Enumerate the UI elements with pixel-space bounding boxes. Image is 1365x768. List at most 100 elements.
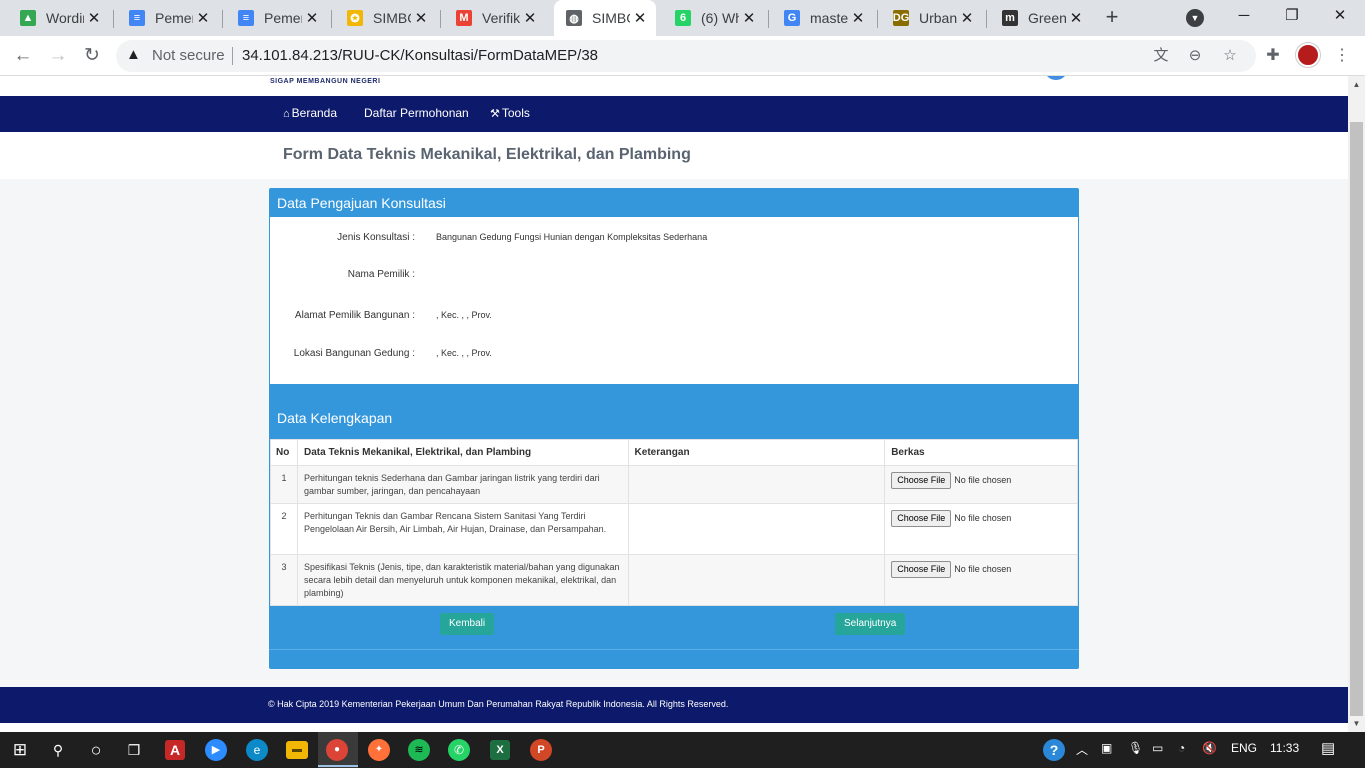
- chrome-icon[interactable]: ●: [326, 739, 348, 761]
- profile-avatar[interactable]: [1296, 43, 1320, 67]
- task-view-icon[interactable]: ❒: [122, 738, 146, 762]
- browser-tab[interactable]: ✪ SIMBG✕: [335, 4, 437, 32]
- edge-icon[interactable]: e: [246, 739, 268, 761]
- browser-tab[interactable]: ▲ Wordin✕: [8, 4, 110, 32]
- file-explorer-icon[interactable]: ▬: [286, 741, 308, 759]
- show-hidden-icons-icon[interactable]: ︿: [1076, 741, 1088, 758]
- scroll-thumb[interactable]: [1350, 122, 1363, 716]
- alamat-pemilik-label: Alamat Pemilik Bangunan :: [294, 310, 415, 321]
- cortana-icon[interactable]: ○: [84, 738, 108, 762]
- tab-close-icon[interactable]: ✕: [193, 9, 213, 27]
- acrobat-icon[interactable]: A: [165, 740, 185, 760]
- warning-icon[interactable]: ▲: [126, 46, 141, 63]
- scroll-down-arrow-icon[interactable]: ▼: [1348, 715, 1365, 732]
- spotify-icon[interactable]: ≋: [408, 739, 430, 761]
- language-indicator[interactable]: ENG: [1231, 741, 1257, 755]
- tab-close-icon[interactable]: ✕: [957, 9, 977, 27]
- selanjutnya-button[interactable]: Selanjutnya: [835, 613, 906, 635]
- column-header-berkas: Berkas: [884, 439, 1078, 466]
- browser-tab[interactable]: 6 (6) Wh ✕: [663, 4, 765, 32]
- tab-title: Wordin: [46, 10, 84, 26]
- tab-close-icon[interactable]: ✕: [84, 9, 104, 27]
- lokasi-bangunan-label: Lokasi Bangunan Gedung :: [293, 348, 415, 359]
- nav-item-beranda[interactable]: ⌂ Beranda: [283, 106, 337, 120]
- forward-button[interactable]: →: [46, 44, 70, 68]
- help-icon[interactable]: ?: [1043, 739, 1065, 761]
- tab-title: Urban: [919, 10, 957, 26]
- close-window-button[interactable]: ✕: [1320, 4, 1360, 28]
- jenis-konsultasi-label: Jenis Konsultasi :: [337, 232, 415, 243]
- windows-start-icon[interactable]: ⊞: [8, 738, 32, 762]
- file-upload-cell: Choose File No file chosen: [884, 465, 1078, 504]
- minimize-button[interactable]: ─: [1224, 4, 1264, 28]
- firefox-icon[interactable]: ✦: [368, 739, 390, 761]
- file-status: No file chosen: [954, 513, 1012, 523]
- volume-muted-icon[interactable]: 🔇: [1202, 741, 1217, 755]
- tab-title: SIMBG: [373, 10, 411, 26]
- translate-icon[interactable]: 文: [1150, 45, 1172, 67]
- row-description: Spesifikasi Teknis (Jenis, tipe, dan kar…: [296, 554, 629, 606]
- choose-file-button[interactable]: Choose File: [891, 510, 952, 527]
- url-text[interactable]: 34.101.84.213/RUU-CK/Konsultasi/FormData…: [242, 47, 598, 64]
- browser-tab[interactable]: M Verifik ✕: [444, 4, 546, 32]
- kelengkapan-heading: Data Kelengkapan: [277, 410, 393, 426]
- nav-label: Beranda: [291, 106, 338, 120]
- nav-item-daftar-permohonan[interactable]: Daftar Permohonan: [364, 106, 469, 120]
- tab-close-icon[interactable]: ✕: [1066, 9, 1086, 27]
- user-avatar-icon[interactable]: [1044, 76, 1068, 80]
- browser-tab-strip: ▲Wordin✕≡Pemeri✕≡Pemeri✕✪SIMBG✕MVerifik✕…: [0, 0, 1365, 36]
- choose-file-button[interactable]: Choose File: [891, 472, 952, 489]
- meet-now-icon[interactable]: ▣: [1101, 741, 1112, 755]
- tab-close-icon[interactable]: ✕: [848, 9, 868, 27]
- zoom-icon[interactable]: ⊖: [1184, 45, 1206, 67]
- browser-tab[interactable]: ≡ Pemeri✕: [117, 4, 219, 32]
- whatsapp-icon: 6: [675, 10, 691, 26]
- konsultasi-heading: Data Pengajuan Konsultasi: [277, 195, 446, 211]
- tab-close-icon[interactable]: ✕: [630, 9, 650, 27]
- battery-icon[interactable]: ▭: [1152, 741, 1163, 755]
- file-upload-cell: Choose File No file chosen: [884, 554, 1078, 606]
- tab-search-icon[interactable]: ▼: [1186, 9, 1204, 27]
- wifi-icon[interactable]: ◔: [1178, 741, 1185, 755]
- back-button[interactable]: ←: [11, 44, 35, 68]
- tab-close-icon[interactable]: ✕: [739, 9, 759, 27]
- bookmark-star-icon[interactable]: ☆: [1219, 45, 1241, 67]
- scroll-up-arrow-icon[interactable]: ▲: [1348, 76, 1365, 93]
- security-label[interactable]: Not secure: [152, 47, 225, 64]
- tab-close-icon[interactable]: ✕: [411, 9, 431, 27]
- whatsapp-icon[interactable]: ✆: [448, 739, 470, 761]
- tab-close-icon[interactable]: ✕: [302, 9, 322, 27]
- docs-icon: ≡: [238, 10, 254, 26]
- notifications-icon[interactable]: ▤: [1321, 739, 1335, 757]
- search-icon[interactable]: ⚲: [46, 738, 70, 762]
- tab-separator: [222, 10, 223, 28]
- browser-tab[interactable]: ◍ SIMBG✕: [554, 0, 656, 36]
- reload-button[interactable]: ↻: [80, 44, 104, 68]
- table-header-row: No Data Teknis Mekanikal, Elektrikal, da…: [270, 439, 1078, 466]
- choose-file-button[interactable]: Choose File: [891, 561, 952, 578]
- excel-icon[interactable]: X: [490, 740, 510, 760]
- browser-tab[interactable]: m Green ✕: [990, 4, 1092, 32]
- new-tab-button[interactable]: +: [1100, 6, 1124, 30]
- table-row: 3 Spesifikasi Teknis (Jenis, tipe, dan k…: [270, 554, 1078, 606]
- menu-kebab-icon[interactable]: ⋮: [1330, 44, 1354, 68]
- powerpoint-icon[interactable]: P: [530, 739, 552, 761]
- tab-title: (6) Wh: [701, 10, 739, 26]
- clock-time[interactable]: 11:33: [1270, 741, 1299, 755]
- tab-title: master: [810, 10, 848, 26]
- browser-tab[interactable]: ≡ Pemeri✕: [226, 4, 328, 32]
- kembali-button[interactable]: Kembali: [440, 613, 495, 635]
- microphone-icon[interactable]: 🎙: [1128, 741, 1143, 755]
- browser-tab[interactable]: Gmaster✕: [772, 4, 874, 32]
- zoom-app-icon[interactable]: ▶: [205, 739, 227, 761]
- maximize-button[interactable]: ❐: [1272, 4, 1312, 28]
- nav-item-tools[interactable]: ⚒ Tools: [490, 106, 530, 120]
- page-scrollbar[interactable]: ▲ ▼: [1348, 76, 1365, 732]
- drive-icon: ▲: [20, 10, 36, 26]
- globe-icon: ◍: [566, 10, 582, 26]
- tab-close-icon[interactable]: ✕: [520, 9, 540, 27]
- extensions-icon[interactable]: ✚: [1261, 44, 1285, 68]
- main-navigation: ⌂ Beranda Daftar Permohonan ⚒ Tools: [0, 96, 1348, 132]
- address-bar[interactable]: ▲ Not secure 34.101.84.213/RUU-CK/Konsul…: [116, 40, 1256, 72]
- browser-tab[interactable]: DG Urban ✕: [881, 4, 983, 32]
